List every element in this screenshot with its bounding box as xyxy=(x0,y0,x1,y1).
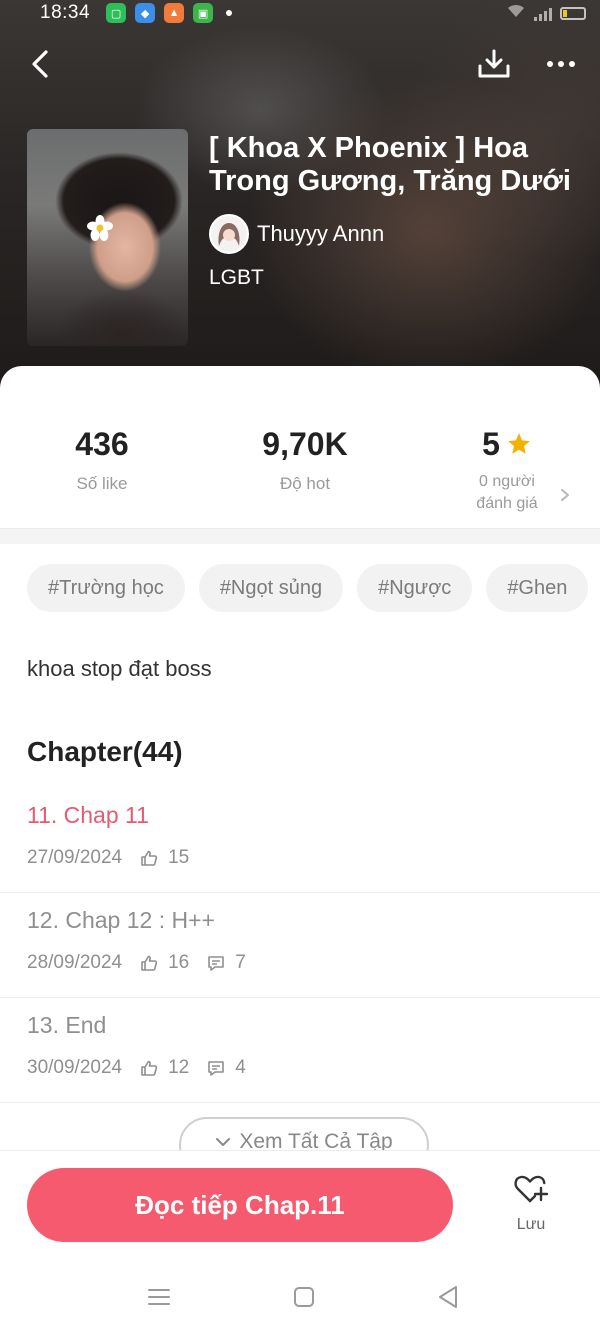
more-notifications-icon xyxy=(226,10,233,16)
thumbs-up-icon xyxy=(140,849,158,867)
author-link[interactable]: Thuyyy Annn xyxy=(209,214,384,254)
system-navigation-bar xyxy=(0,1262,600,1333)
wifi-icon xyxy=(506,3,526,24)
chapters-heading: Chapter(44) xyxy=(27,736,183,767)
hot-stat: 9,70K Độ hot xyxy=(240,424,370,494)
hot-label: Độ hot xyxy=(279,474,331,493)
chapter-row[interactable]: 12. Chap 12 : H++ 28/09/2024 16 7 xyxy=(0,893,600,998)
likes-value: 436 xyxy=(75,426,129,462)
home-button[interactable] xyxy=(284,1280,324,1314)
chapter-likes: 15 xyxy=(168,847,190,868)
story-cover-image xyxy=(27,129,188,346)
status-bar: 18:34 ▢ ◆ ▲ ▣ xyxy=(0,0,600,26)
rating-value-wrap: 5 xyxy=(482,424,532,464)
more-dot xyxy=(558,61,564,67)
rating-count-label-2: đánh giá xyxy=(476,495,538,512)
chevron-right-icon[interactable] xyxy=(560,488,570,502)
star-icon xyxy=(508,433,530,454)
tag-chip[interactable]: #Ngọt sủng xyxy=(198,564,344,612)
save-label: Lưu xyxy=(516,1216,546,1233)
more-dot xyxy=(547,61,553,67)
heart-plus-icon xyxy=(514,1175,549,1203)
rating-value: 5 xyxy=(482,426,500,462)
rating-stat[interactable]: 5 0 người đánh giá xyxy=(458,424,556,514)
story-title: [ Khoa X Phoenix ] Hoa Trong Gương, Trăn… xyxy=(209,132,571,200)
tag-chip[interactable]: #Ghen xyxy=(486,564,589,612)
chevron-down-icon xyxy=(216,1138,231,1146)
chapter-meta: 27/09/2024 15 xyxy=(27,847,189,869)
chapter-row[interactable]: 11. Chap 11 27/09/2024 15 xyxy=(0,788,600,893)
app-notification-icon: ▣ xyxy=(193,3,214,23)
chapter-title: 11. Chap 11 xyxy=(27,802,149,828)
chapter-meta: 30/09/2024 12 4 xyxy=(27,1057,246,1079)
thumbs-up-icon xyxy=(140,954,158,972)
download-button[interactable] xyxy=(472,44,516,84)
chapter-date: 28/09/2024 xyxy=(27,952,123,973)
author-name: Thuyyy Annn xyxy=(257,221,385,246)
chapter-likes: 16 xyxy=(168,952,190,973)
story-description: khoa stop đạt boss xyxy=(27,656,212,681)
signal-icon xyxy=(534,5,552,21)
chapter-title: 13. End xyxy=(27,1012,107,1038)
app-notification-icon: ▢ xyxy=(106,3,127,23)
chapter-date: 27/09/2024 xyxy=(27,847,123,868)
app-notification-icon: ◆ xyxy=(135,3,156,23)
chevron-left-icon xyxy=(32,50,48,78)
battery-icon xyxy=(560,6,586,20)
triangle-back-icon xyxy=(439,1286,457,1308)
section-divider xyxy=(0,528,600,544)
likes-stat: 436 Số like xyxy=(42,424,162,494)
more-dot xyxy=(569,61,575,67)
app-notification-icon: ▲ xyxy=(164,3,185,23)
more-options-button[interactable] xyxy=(538,44,584,84)
system-back-button[interactable] xyxy=(428,1280,468,1314)
download-icon xyxy=(478,49,510,78)
author-avatar xyxy=(209,214,249,254)
story-header: 18:34 ▢ ◆ ▲ ▣ [Khoa X Phoenix] Hoa Tro… xyxy=(0,0,600,400)
comment-icon xyxy=(207,1059,225,1077)
chapter-likes: 12 xyxy=(168,1057,190,1078)
rating-count-label: 0 người xyxy=(479,473,535,490)
thumbs-up-icon xyxy=(140,1059,158,1077)
chapter-title: 12. Chap 12 : H++ xyxy=(27,907,215,933)
status-time: 18:34 xyxy=(40,2,91,23)
chapter-date: 30/09/2024 xyxy=(27,1057,123,1078)
genre-label[interactable]: LGBT xyxy=(209,266,264,290)
back-button[interactable] xyxy=(22,44,58,84)
recent-apps-button[interactable] xyxy=(139,1280,179,1314)
menu-icon xyxy=(148,1289,170,1305)
hot-value: 9,70K xyxy=(262,426,348,462)
likes-label: Số like xyxy=(76,474,128,493)
tag-chip[interactable]: #Trường học xyxy=(27,564,185,612)
tag-chip[interactable]: #Ngược xyxy=(357,564,473,612)
chapter-row[interactable]: 13. End 30/09/2024 12 4 xyxy=(0,998,600,1103)
continue-reading-button[interactable]: Đọc tiếp Chap.11 xyxy=(27,1168,453,1242)
comment-icon xyxy=(207,954,225,972)
stats-row: 436 Số like 9,70K Độ hot 5 0 người đánh … xyxy=(0,424,600,524)
chapter-comments: 4 xyxy=(235,1057,246,1078)
square-icon xyxy=(294,1287,314,1307)
flower-icon xyxy=(87,215,113,241)
save-button[interactable]: Lưu xyxy=(500,1173,562,1245)
chapter-meta: 28/09/2024 16 7 xyxy=(27,952,246,974)
tag-list: #Trường học #Ngọt sủng #Ngược #Ghen xyxy=(27,564,600,612)
chapter-comments: 7 xyxy=(235,952,246,973)
